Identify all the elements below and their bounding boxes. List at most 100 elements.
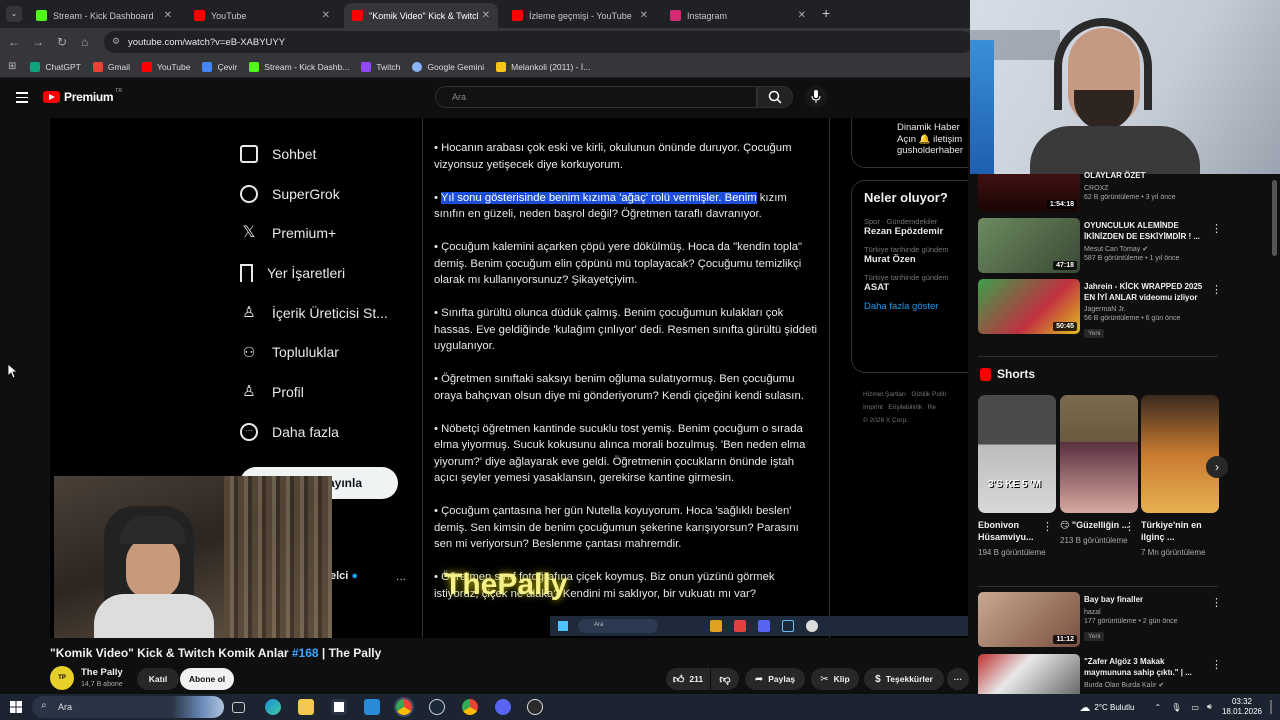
related-video[interactable]: "Zafer Algöz 3 Makak maymununa sahip çık… [978, 654, 1218, 694]
more-vertical-icon[interactable]: ⋮ [1211, 658, 1218, 671]
back-icon[interactable]: ← [8, 35, 20, 49]
x-nav-item: 𝕏 Premium+ [240, 213, 420, 253]
site-info-icon[interactable]: ⚙ [112, 36, 120, 47]
shorts-header: Shorts [980, 367, 1035, 381]
taskbar-search[interactable]: ⌕ Ara [32, 696, 224, 718]
more-vertical-icon[interactable]: ⋮ [1042, 520, 1053, 533]
network-icon[interactable]: ▭ [1191, 703, 1199, 712]
channel-avatar[interactable]: TP [50, 666, 74, 690]
streamer-shirt [1030, 126, 1200, 174]
x-nav-item: Sohbet [240, 134, 420, 174]
browser-tab[interactable]: Instagram ✕ [662, 3, 814, 28]
bookmark-item[interactable]: ChatGPT [30, 61, 81, 72]
discord-icon[interactable] [495, 699, 511, 715]
taskbar-app-icon [734, 620, 746, 632]
bookmark-item[interactable]: Twitch [361, 61, 400, 72]
hashtag-link[interactable]: #168 [292, 646, 319, 660]
bookmark-item[interactable]: Çevir [202, 61, 237, 72]
dislike-button[interactable]: 👎︎ [711, 668, 739, 690]
browser-tab[interactable]: YouTube ✕ [186, 3, 338, 28]
subscribe-button[interactable]: Abone ol [180, 668, 234, 690]
new-badge: Yeni [1084, 329, 1105, 338]
new-tab-button[interactable]: + [822, 5, 830, 21]
x-nav-item: Yer İşaretleri [240, 253, 420, 293]
thanks-button[interactable]: $ Teşekkürler [864, 668, 944, 690]
more-actions-button[interactable]: ··· [947, 668, 969, 690]
like-button[interactable]: 👍︎ 211 [666, 668, 710, 690]
video-actions-row: TP The Pally 14,7 B abone Katıl Abone ol… [50, 666, 970, 692]
chrome-icon[interactable] [396, 699, 412, 715]
steam-icon[interactable] [429, 699, 445, 715]
youtube-icon [142, 61, 153, 72]
more-vertical-icon[interactable]: ⋮ [1124, 520, 1135, 533]
related-video[interactable]: 47:18 OYUNCULUK ALEMİNDE İKİNİZDEN DE ES… [978, 218, 1222, 273]
store-icon[interactable] [331, 699, 347, 715]
kick-favicon-icon [36, 10, 47, 21]
video-player[interactable]: Sohbet SuperGrok 𝕏 Premium+ Yer İşaretler… [50, 118, 968, 638]
video-thumbnail: 1:54:18 [978, 174, 1080, 212]
close-tab-icon[interactable]: ✕ [640, 10, 648, 21]
browser-tab[interactable]: Stream - Kick Dashboard ✕ [28, 3, 180, 28]
forward-icon[interactable]: → [32, 35, 44, 49]
short-item[interactable]: 😏 "Güzelliğin ... 213 B görüntüleme ⋮ [1060, 395, 1138, 546]
obs-icon[interactable] [527, 699, 543, 715]
clip-button[interactable]: ✂ Klip [811, 668, 859, 690]
sidebar-scrollbar[interactable] [1272, 180, 1277, 256]
task-view-icon[interactable] [232, 702, 245, 713]
search-button[interactable] [757, 86, 793, 108]
more-horizontal-icon: ··· [953, 674, 963, 684]
apps-icon[interactable]: ⊞ [8, 61, 16, 72]
short-item[interactable]: Türkiye'nin en ilginç ... 7 Mn görüntüle… [1141, 395, 1219, 558]
microphone-icon[interactable]: 🎙︎ [1171, 703, 1181, 712]
bookmark-item[interactable]: Stream - Kick Dashb... [249, 61, 349, 72]
chatgpt-icon [30, 61, 41, 72]
close-tab-icon[interactable]: ✕ [164, 10, 172, 21]
related-video[interactable]: 11:12 Bay bay finaller hazal 177 görüntü… [978, 592, 1222, 647]
bookmark-item[interactable]: YouTube [142, 61, 190, 72]
channel-name[interactable]: The Pally [81, 667, 123, 678]
x-account-more-icon: ··· [396, 574, 406, 585]
mail-icon[interactable] [364, 699, 380, 715]
youtube-search-input[interactable]: Ara [435, 86, 757, 108]
bookmark-item[interactable]: Gmail [92, 61, 130, 72]
short-item[interactable]: 3'S KE 5 'M Ebonivon Hüsamviyu... 194 B … [978, 395, 1056, 558]
browser-tab[interactable]: İzleme geçmişi - YouTube ✕ [504, 3, 656, 28]
menu-icon[interactable] [16, 92, 28, 103]
reload-icon[interactable]: ↻ [57, 35, 67, 49]
tab-search-button[interactable]: ⌄ [6, 6, 22, 22]
youtube-logo[interactable]: Premium TR [43, 88, 122, 104]
address-bar[interactable]: ⚙ youtube.com/watch?v=eB-XABYUYY [104, 31, 974, 53]
clock[interactable]: 03:32 18.01.2026 [1222, 697, 1262, 717]
x-trends-card: Neler oluyor? Spor · Gündemdekiler Rezan… [851, 180, 968, 373]
join-button[interactable]: Katıl [137, 668, 179, 690]
windows-icon [10, 701, 22, 713]
close-tab-icon[interactable]: ✕ [482, 10, 490, 21]
more-vertical-icon[interactable]: ⋮ [1211, 283, 1222, 296]
related-video[interactable]: 50:45 Jahrein - KİCK WRAPPED 2025 EN İYİ… [978, 279, 1222, 338]
shorts-next-button[interactable]: › [1206, 456, 1228, 478]
browser-tab-active[interactable]: "Komik Video" Kick & Twitch ✕ [344, 3, 498, 28]
related-video-partial[interactable]: 1:54:18 OLAYLAR ÖZET CROXZ 62 B görüntül… [978, 171, 1218, 212]
chrome-profile-icon[interactable] [462, 699, 478, 715]
more-vertical-icon[interactable]: ⋮ [1211, 596, 1222, 609]
tweet-paragraph: • Çocuğum çantasına her gün Nutella koyu… [434, 505, 799, 550]
file-explorer-icon[interactable] [298, 699, 314, 715]
more-vertical-icon[interactable]: ⋮ [1211, 222, 1222, 235]
volume-icon[interactable]: 🔊︎ [1207, 702, 1212, 712]
start-button[interactable] [10, 701, 22, 713]
edge-icon[interactable] [265, 699, 281, 715]
show-desktop-icon[interactable] [1270, 700, 1272, 714]
close-tab-icon[interactable]: ✕ [322, 10, 330, 21]
tray-chevron-icon[interactable]: ⌃ [1154, 703, 1161, 712]
x-nav-item: ♙ Profil [240, 372, 420, 412]
share-button[interactable]: ➦ Paylaş [745, 668, 805, 690]
search-icon [768, 90, 782, 104]
bookmark-item[interactable]: Melankoli (2011) - İ... [496, 61, 590, 72]
rgb-light [970, 40, 994, 174]
channel-watermark: ThePally [444, 568, 568, 601]
bookmark-item[interactable]: Google Gemini [412, 61, 484, 72]
thumbs-up-icon: 👍︎ [672, 673, 685, 686]
voice-search-button[interactable] [805, 86, 827, 108]
close-tab-icon[interactable]: ✕ [798, 10, 806, 21]
home-icon[interactable]: ⌂ [81, 35, 88, 49]
